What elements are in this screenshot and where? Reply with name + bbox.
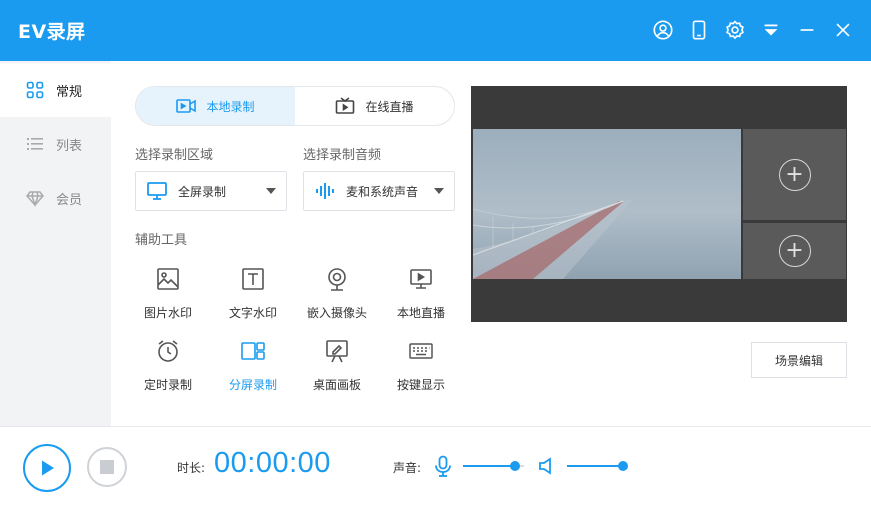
record-stop-button[interactable]: [87, 447, 127, 487]
volume-label: 声音:: [393, 461, 422, 475]
diamond-icon: [26, 189, 44, 207]
menu-dropdown-icon[interactable]: [759, 18, 783, 42]
keyboard-icon: [406, 336, 436, 366]
tool-label: 文字水印: [228, 306, 277, 320]
chevron-down-icon: [434, 188, 444, 194]
tool-desktop-board[interactable]: 桌面画板: [301, 336, 373, 398]
tool-label: 嵌入摄像头: [306, 306, 367, 320]
close-icon[interactable]: [831, 18, 855, 42]
control-bar: 时长: 00:00:00 声音:: [0, 426, 871, 506]
chevron-down-icon: [266, 188, 276, 194]
tool-image-watermark[interactable]: 图片水印: [132, 264, 204, 326]
sidebar: 常规 列表 会员: [0, 61, 111, 426]
easel-icon: [322, 336, 352, 366]
speaker-icon[interactable]: [538, 457, 558, 475]
tool-scheduled-record[interactable]: 定时录制: [132, 336, 204, 398]
settings-icon[interactable]: [723, 18, 747, 42]
duration-label: 时长:: [177, 461, 206, 475]
tool-key-display[interactable]: 按键显示: [385, 336, 457, 398]
audio-section-label: 选择录制音频: [303, 148, 382, 163]
tool-text-watermark[interactable]: 文字水印: [217, 264, 289, 326]
slider-thumb[interactable]: [618, 461, 628, 471]
microphone-icon[interactable]: [434, 455, 452, 477]
sidebar-item-general[interactable]: 常规: [0, 63, 111, 117]
alarm-clock-icon: [153, 336, 183, 366]
tool-label: 图片水印: [143, 306, 192, 320]
tab-label: 在线直播: [365, 99, 414, 114]
app-title: EV录屏: [18, 21, 86, 43]
monitor-icon: [146, 181, 168, 201]
audio-select[interactable]: 麦和系统声音: [303, 171, 455, 211]
add-scene-slot-2[interactable]: +: [743, 223, 846, 279]
add-icon: +: [778, 235, 811, 267]
tools-section-label: 辅助工具: [135, 233, 188, 248]
add-icon: +: [778, 158, 811, 191]
preview-panel: + +: [471, 86, 847, 322]
tv-icon: [336, 97, 355, 114]
bridge-fog-image: [473, 129, 741, 279]
sound-wave-icon: [314, 181, 336, 201]
sidebar-item-label: 列表: [56, 138, 83, 154]
recording-timer: 00:00:00: [214, 447, 331, 479]
mode-tabs: 本地录制 在线直播: [135, 86, 455, 126]
region-select[interactable]: 全屏录制: [135, 171, 287, 211]
grid-icon: [26, 81, 44, 99]
mic-volume-slider[interactable]: [463, 460, 524, 472]
region-section-label: 选择录制区域: [135, 148, 214, 163]
sidebar-item-label: 常规: [56, 84, 83, 100]
main-scene-preview: [473, 129, 741, 279]
add-scene-slot-1[interactable]: +: [743, 129, 846, 220]
tool-label: 桌面画板: [312, 378, 361, 392]
tab-local-record[interactable]: 本地录制: [136, 87, 295, 125]
user-icon[interactable]: [651, 18, 675, 42]
video-camera-icon: [176, 99, 197, 113]
webcam-icon: [322, 264, 352, 294]
tab-online-live[interactable]: 在线直播: [295, 87, 454, 125]
mobile-icon[interactable]: [687, 18, 711, 42]
list-icon: [26, 135, 44, 153]
sidebar-item-label: 会员: [56, 192, 83, 208]
scene-edit-button[interactable]: 场景编辑: [751, 342, 847, 378]
tool-split-screen[interactable]: 分屏录制: [217, 336, 289, 398]
tool-local-live[interactable]: 本地直播: [385, 264, 457, 326]
sidebar-item-list[interactable]: 列表: [0, 117, 111, 171]
tool-webcam[interactable]: 嵌入摄像头: [301, 264, 373, 326]
tab-label: 本地录制: [206, 99, 255, 114]
tool-label: 定时录制: [143, 378, 192, 392]
tool-label: 按键显示: [396, 378, 445, 392]
live-screen-icon: [406, 264, 436, 294]
stop-icon: [100, 460, 114, 474]
region-value: 全屏录制: [178, 184, 227, 199]
tool-label: 本地直播: [396, 306, 445, 320]
title-bar: EV录屏: [0, 0, 871, 61]
minimize-icon[interactable]: [795, 18, 819, 42]
record-start-button[interactable]: [23, 444, 71, 492]
tool-label: 分屏录制: [228, 378, 277, 392]
sidebar-item-member[interactable]: 会员: [0, 171, 111, 225]
image-icon: [153, 264, 183, 294]
audio-value: 麦和系统声音: [346, 184, 419, 199]
play-icon: [42, 460, 54, 476]
text-icon: [238, 264, 268, 294]
split-screen-icon: [238, 336, 268, 366]
speaker-volume-slider[interactable]: [567, 460, 628, 472]
slider-thumb[interactable]: [509, 461, 520, 471]
